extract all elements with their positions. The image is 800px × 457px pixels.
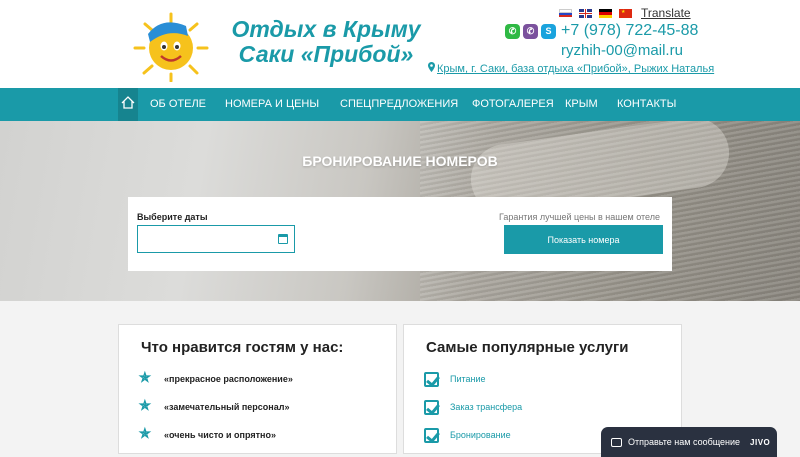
guest-likes-title: Что нравится гостям у нас: — [141, 339, 344, 356]
flag-ru-icon[interactable] — [559, 8, 572, 18]
map-pin-icon — [428, 62, 435, 75]
laurel-star-icon: ✯ — [139, 396, 151, 413]
date-picker-input[interactable] — [137, 225, 295, 253]
whatsapp-icon[interactable]: ✆ — [505, 23, 520, 39]
guest-likes-list: ✯ «прекрасное расположение» ✯ «замечательн… — [139, 365, 293, 449]
address-link[interactable]: Крым, г. Саки, база отдыха «Прибой», Рыж… — [428, 62, 714, 75]
show-rooms-button[interactable]: Показать номера — [504, 225, 663, 254]
list-item-label: «замечательный персонал» — [164, 402, 290, 412]
service-link[interactable]: Бронирование — [450, 430, 511, 440]
booking-hero: БРОНИРОВАНИЕ НОМЕРОВ Выберите даты Гаран… — [0, 121, 800, 301]
checkbox-icon — [424, 399, 439, 415]
nav-item-crimea[interactable]: КРЫМ — [565, 88, 598, 121]
list-item[interactable]: Заказ трансфера — [424, 393, 522, 421]
address-text: Крым, г. Саки, база отдыха «Прибой», Рыж… — [437, 63, 715, 75]
guest-likes-card: Что нравится гостям у нас: ✯ «прекрасное … — [118, 324, 397, 454]
viber-icon[interactable]: ✆ — [523, 23, 538, 39]
list-item: ✯ «замечательный персонал» — [139, 393, 293, 421]
list-item[interactable]: Питание — [424, 365, 522, 393]
flag-zh-icon[interactable]: ★ — [619, 8, 632, 18]
translate-link[interactable]: Translate — [641, 6, 691, 20]
nav-home-button[interactable] — [118, 88, 138, 121]
laurel-star-icon: ✯ — [139, 368, 151, 385]
brand-line-2: Саки «Прибой» — [238, 41, 414, 67]
list-item-label: «очень чисто и опрятно» — [164, 430, 276, 440]
flag-de-icon[interactable] — [599, 8, 612, 18]
brand-title[interactable]: Отдых в Крыму Саки «Прибой» — [226, 17, 426, 67]
nav-item-about[interactable]: ОБ ОТЕЛЕ — [150, 88, 206, 121]
brand-line-1: Отдых в Крыму — [231, 16, 421, 42]
jivo-logo: JIVO — [750, 437, 771, 447]
booking-form: Выберите даты Гарантия лучшей цены в наш… — [128, 197, 672, 271]
list-item-label: «прекрасное расположение» — [164, 374, 293, 384]
popular-services-title: Самые популярные услуги — [426, 339, 629, 356]
email-link[interactable]: ryzhih-00@mail.ru — [561, 42, 683, 59]
nav-item-contacts[interactable]: КОНТАКТЫ — [617, 88, 676, 121]
nav-item-rooms[interactable]: НОМЕРА И ЦЕНЫ — [225, 88, 319, 121]
main-navigation: ОБ ОТЕЛЕ НОМЕРА И ЦЕНЫ СПЕЦПРЕДЛОЖЕНИЯ Ф… — [0, 88, 800, 121]
language-switcher: ★ Translate — [559, 6, 691, 20]
service-link[interactable]: Заказ трансфера — [450, 402, 522, 412]
flag-en-icon[interactable] — [579, 8, 592, 18]
service-link[interactable]: Питание — [450, 374, 486, 384]
checkbox-icon — [424, 427, 439, 443]
list-item[interactable]: Бронирование — [424, 421, 522, 449]
dates-label: Выберите даты — [137, 212, 208, 222]
phone-number[interactable]: +7 (978) 722-45-88 — [561, 22, 698, 40]
chat-widget-button[interactable]: Отправьте нам сообщение JIVO — [601, 427, 777, 457]
site-header: Отдых в Крыму Саки «Прибой» ★ Translate … — [0, 0, 800, 88]
chat-widget-label: Отправьте нам сообщение — [628, 437, 741, 447]
hero-title: БРОНИРОВАНИЕ НОМЕРОВ — [302, 153, 498, 169]
sun-logo-icon[interactable] — [130, 12, 212, 83]
nav-item-offers[interactable]: СПЕЦПРЕДЛОЖЕНИЯ — [340, 88, 458, 121]
home-icon — [121, 95, 135, 114]
laurel-star-icon: ✯ — [139, 424, 151, 441]
chat-icon — [611, 437, 622, 447]
list-item: ✯ «прекрасное расположение» — [139, 365, 293, 393]
list-item: ✯ «очень чисто и опрятно» — [139, 421, 293, 449]
nav-item-gallery[interactable]: ФОТОГАЛЕРЕЯ — [472, 88, 554, 121]
popular-services-list: Питание Заказ трансфера Бронирование — [424, 365, 522, 449]
skype-icon[interactable]: S — [541, 23, 556, 39]
calendar-icon[interactable] — [278, 234, 288, 244]
checkbox-icon — [424, 371, 439, 387]
best-price-guarantee: Гарантия лучшей цены в нашем отеле — [498, 212, 660, 222]
phone-row: ✆ ✆ S +7 (978) 722-45-88 — [505, 22, 698, 40]
